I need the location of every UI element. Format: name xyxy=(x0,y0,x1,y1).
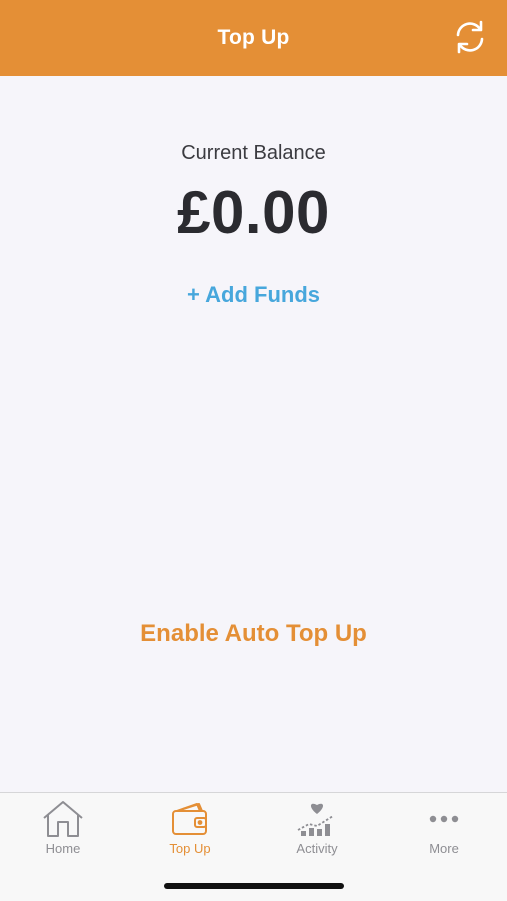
balance-amount: £0.00 xyxy=(177,179,330,246)
tab-more[interactable]: More xyxy=(381,799,507,859)
balance-label: Current Balance xyxy=(181,142,326,164)
tab-home-label: Home xyxy=(45,841,81,856)
wallet-icon xyxy=(168,799,212,839)
enable-auto-top-up-button[interactable]: Enable Auto Top Up xyxy=(0,620,507,648)
page-title: Top Up xyxy=(217,26,290,49)
tab-activity-label: Activity xyxy=(296,841,338,856)
home-icon xyxy=(41,799,85,839)
refresh-icon xyxy=(456,20,484,54)
more-dots-icon xyxy=(422,799,466,839)
tab-home[interactable]: Home xyxy=(0,799,126,859)
refresh-button[interactable] xyxy=(451,18,489,56)
top-bar: Top Up xyxy=(0,0,507,76)
home-indicator xyxy=(164,883,344,889)
tab-more-label: More xyxy=(429,841,459,856)
tab-activity[interactable]: Activity xyxy=(254,799,380,859)
add-funds-button[interactable]: + Add Funds xyxy=(0,282,507,308)
activity-chart-icon xyxy=(295,799,339,839)
tab-top-up[interactable]: Top Up xyxy=(127,799,253,859)
tab-top-up-label: Top Up xyxy=(169,841,211,856)
